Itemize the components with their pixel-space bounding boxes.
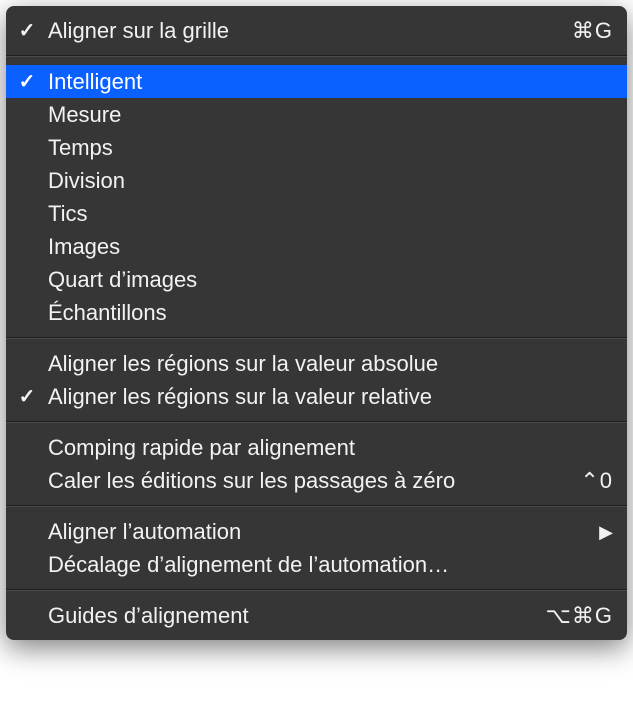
snap-quick-swipe-comping[interactable]: Comping rapide par alignement (6, 431, 627, 464)
snap-menu: ✓Aligner sur la grille⌘G✓IntelligentMesu… (6, 6, 627, 640)
menu-item-right: ⌘G (572, 20, 613, 42)
keyboard-shortcut: ⌘G (572, 20, 613, 42)
menu-separator (6, 589, 627, 591)
checkmark-icon: ✓ (6, 387, 48, 407)
menu-item-right: ⌥⌘G (546, 605, 613, 627)
keyboard-shortcut: ⌃0 (580, 470, 613, 492)
menu-separator (6, 337, 627, 339)
snap-regions-absolute[interactable]: Aligner les régions sur la valeur absolu… (6, 347, 627, 380)
snap-automation-submenu[interactable]: Aligner l’automation ▶ (6, 515, 627, 548)
menu-item-label: Intelligent (48, 71, 613, 93)
menu-separator (6, 421, 627, 423)
checkmark-icon: ✓ (6, 72, 48, 92)
menu-item-label: Images (48, 236, 613, 258)
snap-mode-division[interactable]: Division (6, 164, 627, 197)
snap-edits-to-zero-crossings[interactable]: Caler les éditions sur les passages à zé… (6, 464, 627, 497)
automation-snap-offset[interactable]: Décalage d’alignement de l’automation… (6, 548, 627, 581)
snap-mode-beat[interactable]: Temps (6, 131, 627, 164)
menu-item-label: Quart d’images (48, 269, 613, 291)
menu-item-label: Tics (48, 203, 613, 225)
menu-item-label: Décalage d’alignement de l’automation… (48, 554, 613, 576)
alignment-guides[interactable]: Guides d’alignement⌥⌘G (6, 599, 627, 632)
menu-item-label: Division (48, 170, 613, 192)
snap-mode-frames[interactable]: Images (6, 230, 627, 263)
menu-item-label: Aligner sur la grille (48, 20, 572, 42)
snap-mode-bar[interactable]: Mesure (6, 98, 627, 131)
submenu-arrow-icon: ▶ (599, 523, 613, 541)
menu-item-label: Guides d’alignement (48, 605, 546, 627)
menu-item-label: Échantillons (48, 302, 613, 324)
menu-item-label: Mesure (48, 104, 613, 126)
menu-item-label: Aligner l’automation (48, 521, 591, 543)
menu-separator (6, 55, 627, 57)
snap-mode-ticks[interactable]: Tics (6, 197, 627, 230)
menu-item-label: Aligner les régions sur la valeur relati… (48, 386, 613, 408)
menu-item-label: Comping rapide par alignement (48, 437, 613, 459)
menu-item-label: Aligner les régions sur la valeur absolu… (48, 353, 613, 375)
snap-mode-smart[interactable]: ✓Intelligent (6, 65, 627, 98)
snap-regions-relative[interactable]: ✓Aligner les régions sur la valeur relat… (6, 380, 627, 413)
menu-item-right: ⌃0 (580, 470, 613, 492)
snap-mode-samples[interactable]: Échantillons (6, 296, 627, 329)
checkmark-icon: ✓ (6, 21, 48, 41)
menu-separator (6, 505, 627, 507)
keyboard-shortcut: ⌥⌘G (546, 605, 613, 627)
menu-item-right: ▶ (591, 523, 613, 541)
menu-item-label: Caler les éditions sur les passages à zé… (48, 470, 580, 492)
menu-item-label: Temps (48, 137, 613, 159)
snap-mode-quarter-frames[interactable]: Quart d’images (6, 263, 627, 296)
snap-to-grid[interactable]: ✓Aligner sur la grille⌘G (6, 14, 627, 47)
